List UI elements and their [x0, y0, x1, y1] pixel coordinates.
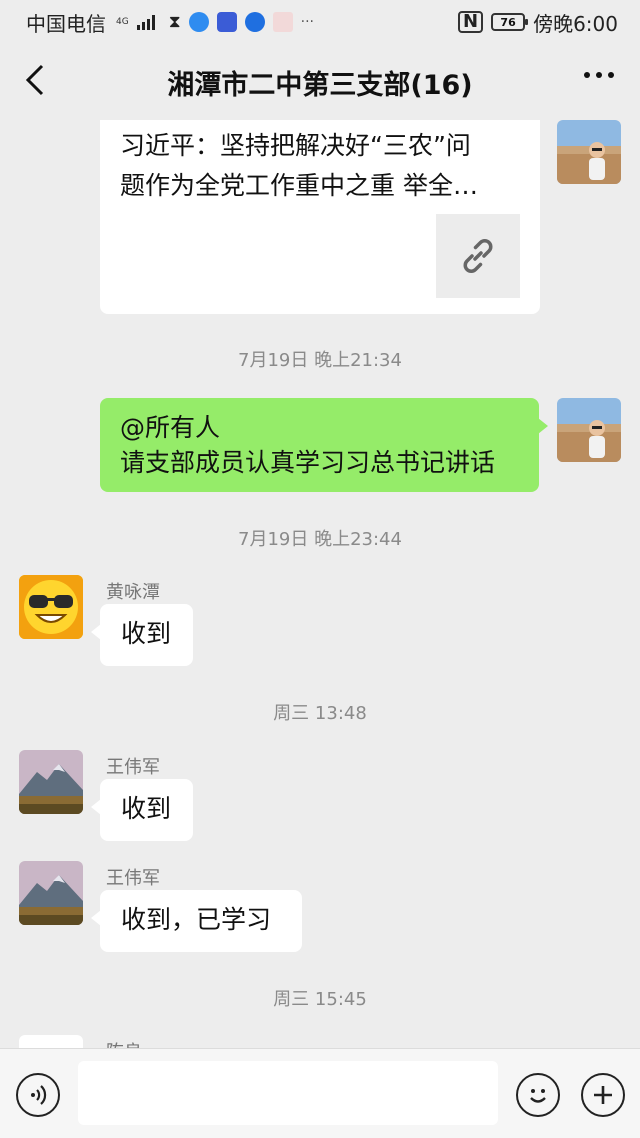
hourglass-icon: ⧗: [168, 12, 181, 32]
more-notifications-icon: ···: [300, 14, 314, 30]
status-bar: 中国电信 4G ⧗ ··· N 76 傍晚6:00: [0, 0, 640, 44]
input-bar: [0, 1048, 640, 1138]
chat-title: 湘潭市二中第三支部(16): [167, 69, 473, 101]
clock: 傍晚6:00: [533, 11, 618, 36]
message-text: 收到，已学习: [121, 905, 272, 934]
outgoing-message[interactable]: @所有人 请支部成员认真学习习总书记讲话: [100, 398, 548, 492]
mountain-avatar-image: [19, 750, 83, 814]
battery-icon: 76: [491, 13, 529, 31]
my-avatar[interactable]: [557, 120, 621, 184]
plus-button[interactable]: [581, 1073, 625, 1117]
sender-avatar[interactable]: [19, 861, 83, 925]
battery-level: 76: [500, 15, 516, 29]
carrier-label: 中国电信: [26, 11, 106, 36]
incoming-message[interactable]: 收到: [91, 604, 193, 666]
back-icon: [25, 64, 44, 96]
sender-name: 陈良: [106, 1038, 142, 1048]
sunglasses-emoji-avatar: [19, 575, 83, 639]
news-app-icon: [272, 12, 293, 32]
sender-name: 王伟军: [106, 757, 160, 778]
network-type: 4G: [116, 16, 129, 27]
sender-avatar[interactable]: [19, 575, 83, 639]
message-input[interactable]: [78, 1061, 498, 1125]
mention-all: @所有人: [120, 413, 221, 442]
more-button[interactable]: [584, 72, 614, 78]
message-text: 收到: [121, 794, 172, 823]
my-avatar-image: [557, 120, 621, 184]
link-card-title: 习近平：坚持把解决好“三农”问 题作为全党工作重中之重 举全…: [120, 131, 478, 200]
emoji-icon: [530, 1089, 546, 1103]
emoji-button[interactable]: [516, 1073, 560, 1117]
incoming-message[interactable]: 收到，已学习: [91, 890, 302, 952]
voice-button[interactable]: [16, 1073, 60, 1117]
link-thumbnail: [436, 214, 520, 298]
incoming-message[interactable]: 收到: [91, 779, 193, 841]
sender-name: 黄咏潭: [106, 582, 160, 603]
message-text: 请支部成员认真学习习总书记讲话: [120, 448, 496, 477]
title-bar: 湘潭市二中第三支部(16): [0, 44, 640, 120]
link-icon: [463, 239, 493, 273]
timestamp: 7月19日 晚上21:34: [238, 350, 402, 371]
timestamp: 周三 15:45: [273, 989, 367, 1010]
back-button[interactable]: [18, 60, 58, 100]
browser-app-icon: [188, 12, 209, 32]
my-avatar[interactable]: [557, 398, 621, 462]
timestamp: 周三 13:48: [273, 703, 367, 724]
chat-area[interactable]: 习近平：坚持把解决好“三农”问 题作为全党工作重中之重 举全… 7月19日 晚上…: [0, 120, 640, 1048]
plus-icon: [594, 1086, 612, 1104]
baidu-app-icon: [216, 12, 237, 32]
sender-name: 王伟军: [106, 868, 160, 889]
my-avatar-image: [557, 398, 621, 462]
link-card-message[interactable]: 习近平：坚持把解决好“三农”问 题作为全党工作重中之重 举全…: [100, 120, 540, 314]
sender-avatar[interactable]: [19, 1035, 83, 1048]
mountain-avatar-image: [19, 861, 83, 925]
chat-app-icon: [244, 12, 265, 32]
nfc-icon: N: [458, 11, 484, 33]
voice-icon: [31, 1085, 47, 1105]
signal-icon: [136, 14, 155, 30]
more-icon: [584, 72, 590, 78]
sender-avatar[interactable]: [19, 750, 83, 814]
message-text: 收到: [121, 619, 172, 648]
timestamp: 7月19日 晚上23:44: [238, 529, 402, 550]
